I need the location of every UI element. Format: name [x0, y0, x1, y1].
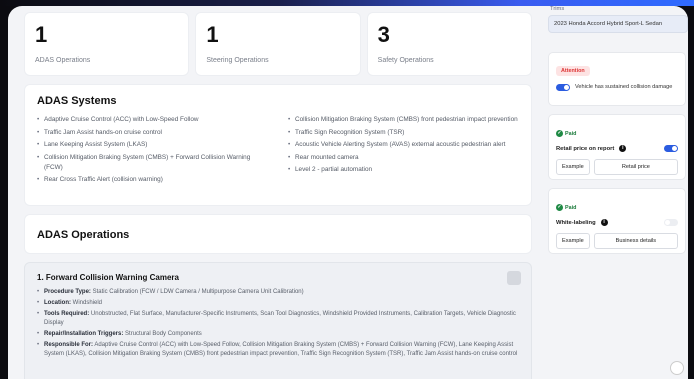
attention-card: Attention Vehicle has sustained collisio…: [548, 52, 686, 106]
detail-value: Static Calibration (FCW / LDW Camera / M…: [92, 289, 304, 295]
app-window: 1 ADAS Operations 1 Steering Operations …: [8, 6, 688, 379]
white-labeling-toggle[interactable]: [664, 219, 678, 226]
white-labeling-label: White-labeling: [556, 219, 596, 226]
paid-badge: ✓ Paid: [556, 130, 576, 137]
system-item: Rear mounted camera: [288, 153, 519, 163]
stat-value: 1: [35, 22, 48, 47]
operation-detail: Repair/Installation Triggers: Structural…: [37, 330, 519, 339]
check-icon: ✓: [556, 130, 563, 137]
detail-value: Unobstructed, Flat Surface, Manufacturer…: [44, 311, 516, 326]
stat-card-steering: 1 Steering Operations: [195, 12, 361, 76]
stat-value: 1: [206, 22, 219, 47]
info-icon[interactable]: i: [600, 219, 608, 226]
retail-price-button[interactable]: Retail price: [593, 159, 678, 175]
stat-card-safety: 3 Safety Operations: [366, 12, 532, 76]
example-button[interactable]: Example: [556, 159, 590, 175]
check-icon: ✓: [556, 204, 563, 211]
detail-label: Procedure Type:: [44, 289, 91, 295]
detail-label: Repair/Installation Triggers:: [44, 330, 124, 337]
retail-price-toggle[interactable]: [664, 145, 678, 152]
operation-card: 1. Forward Collision Warning Camera Proc…: [24, 262, 532, 379]
detail-value: Structural Body Components: [125, 330, 202, 337]
retail-price-card: ✓ Paid Retail price on report i Example …: [548, 114, 686, 180]
info-icon[interactable]: i: [619, 145, 627, 152]
detail-value: Adaptive Cruise Control (ACC) with Low-S…: [44, 341, 518, 357]
panel-title: ADAS Systems: [37, 95, 117, 107]
system-item: Traffic Jam Assist hands-on cruise contr…: [37, 128, 268, 138]
trims-label: Trims: [550, 6, 565, 12]
attention-badge: Attention: [556, 66, 590, 76]
example-button[interactable]: Example: [556, 233, 590, 249]
detail-value: Windshield: [72, 300, 103, 307]
systems-right-column: Collision Mitigation Braking System (CMB…: [288, 115, 519, 188]
stat-label: Steering Operations: [206, 57, 269, 64]
system-item: Traffic Sign Recognition System (TSR): [288, 128, 519, 138]
retail-price-label: Retail price on report: [556, 145, 615, 152]
operation-detail: Location: Windshield: [37, 299, 519, 308]
detail-label: Responsible For:: [44, 341, 94, 348]
operation-title: 1. Forward Collision Warning Camera: [37, 273, 179, 282]
trims-section: Trims 2023 Honda Accord Hybrid Sport-L S…: [548, 6, 688, 33]
stats-row: 1 ADAS Operations 1 Steering Operations …: [24, 12, 532, 76]
operation-detail: Tools Required: Unobstructed, Flat Surfa…: [37, 310, 519, 327]
paid-badge: ✓ Paid: [556, 204, 576, 211]
stat-label: Safety Operations: [377, 57, 434, 64]
chat-icon[interactable]: [670, 361, 684, 375]
trims-select[interactable]: 2023 Honda Accord Hybrid Sport-L Sedan: [548, 15, 688, 33]
adas-operations-header: ADAS Operations: [24, 214, 532, 254]
system-item: Acoustic Vehicle Alerting System (AVAS) …: [288, 140, 519, 150]
systems-left-column: Adaptive Cruise Control (ACC) with Low-S…: [37, 115, 268, 188]
system-item: Collision Mitigation Braking System (CMB…: [37, 153, 268, 173]
panel-title: ADAS Operations: [37, 229, 130, 241]
system-item: Adaptive Cruise Control (ACC) with Low-S…: [37, 115, 268, 125]
stat-label: ADAS Operations: [35, 57, 91, 64]
white-labeling-card: ✓ Paid White-labeling i Example Business…: [548, 188, 686, 254]
operation-checkbox[interactable]: [507, 271, 521, 285]
system-item: Rear Cross Traffic Alert (collision warn…: [37, 175, 268, 185]
paid-badge-text: Paid: [565, 204, 577, 211]
system-item: Collision Mitigation Braking System (CMB…: [288, 115, 519, 125]
stat-card-adas: 1 ADAS Operations: [24, 12, 190, 76]
detail-label: Location:: [44, 300, 71, 307]
collision-damage-toggle[interactable]: [556, 83, 570, 91]
adas-systems-panel: ADAS Systems Adaptive Cruise Control (AC…: [24, 84, 532, 206]
operation-detail: Procedure Type: Static Calibration (FCW …: [37, 288, 519, 297]
operation-detail: Responsible For: Adaptive Cruise Control…: [37, 341, 519, 358]
collision-damage-text: Vehicle has sustained collision damage: [575, 84, 673, 90]
business-details-button[interactable]: Business details: [593, 233, 678, 249]
system-item: Lane Keeping Assist System (LKAS): [37, 140, 268, 150]
detail-label: Tools Required:: [44, 311, 90, 318]
paid-badge-text: Paid: [565, 130, 577, 137]
stat-value: 3: [377, 22, 390, 47]
system-item: Level 2 - partial automation: [288, 165, 519, 175]
